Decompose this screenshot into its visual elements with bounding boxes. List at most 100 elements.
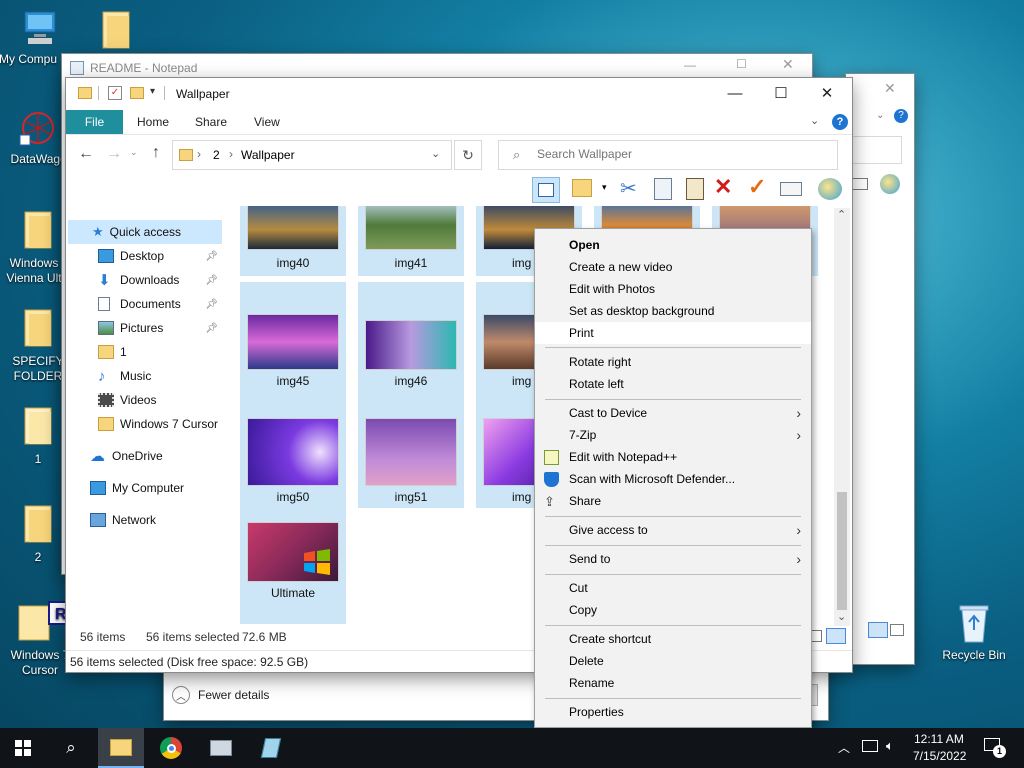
- network-tray-icon[interactable]: [862, 740, 878, 752]
- taskbar-chrome[interactable]: [148, 728, 194, 768]
- taskbar-computer[interactable]: [198, 728, 244, 768]
- menu-item-send-to[interactable]: Send to ›: [535, 548, 811, 570]
- taskbar-notepad[interactable]: [248, 728, 294, 768]
- address-dropdown-icon[interactable]: ⌄: [431, 147, 440, 160]
- shell-icon[interactable]: [818, 178, 842, 200]
- vertical-scrollbar[interactable]: ⌃ ⌄: [834, 208, 850, 626]
- help-icon[interactable]: ?: [832, 114, 848, 130]
- fewer-details-toggle[interactable]: ︿ Fewer details: [172, 686, 269, 704]
- menu-item-edit-notepadpp[interactable]: Edit with Notepad++: [535, 446, 811, 468]
- nav-pictures[interactable]: Pictures 📌︎: [66, 316, 222, 340]
- taskbar-file-explorer[interactable]: [98, 728, 144, 768]
- nav-windows7-cursor[interactable]: Windows 7 Cursor: [66, 412, 222, 436]
- menu-item-scan-defender[interactable]: Scan with Microsoft Defender...: [535, 468, 811, 490]
- search-input[interactable]: [537, 147, 827, 161]
- show-hidden-icons-icon[interactable]: ︿: [838, 739, 850, 756]
- menu-item-cut[interactable]: Cut: [535, 577, 811, 599]
- pin-icon[interactable]: 📌︎: [205, 251, 218, 262]
- background-details-view-icon[interactable]: [868, 622, 888, 638]
- nav-downloads[interactable]: ⬇ Downloads 📌︎: [66, 268, 222, 292]
- menu-item-rotate-left[interactable]: Rotate left: [535, 373, 811, 395]
- background-search-box[interactable]: [846, 136, 902, 164]
- menu-item-delete[interactable]: Delete: [535, 650, 811, 672]
- background-close-icon[interactable]: ✕: [884, 80, 896, 97]
- close-button[interactable]: ✕: [804, 78, 850, 108]
- nav-folder-1[interactable]: 1: [66, 340, 222, 364]
- minimize-button[interactable]: —: [712, 78, 758, 108]
- menu-item-copy[interactable]: Copy: [535, 599, 811, 621]
- notepad-close-button[interactable]: ✕: [782, 56, 794, 73]
- nav-desktop[interactable]: Desktop 📌︎: [66, 244, 222, 268]
- desktop-icon-folder[interactable]: [78, 8, 154, 56]
- background-shell-icon[interactable]: [880, 174, 900, 194]
- file-tile[interactable]: img51: [358, 392, 464, 508]
- notepad-maximize-button[interactable]: ☐: [736, 57, 747, 71]
- menu-item-open[interactable]: Open: [535, 234, 811, 256]
- menu-item-create-shortcut[interactable]: Create shortcut: [535, 628, 811, 650]
- refresh-button[interactable]: ↻: [454, 140, 482, 170]
- new-folder-quick-icon[interactable]: [130, 87, 144, 99]
- file-tile[interactable]: img46: [358, 282, 464, 396]
- cut-icon[interactable]: ✂: [620, 176, 637, 201]
- breadcrumb-segment[interactable]: 2: [213, 148, 220, 162]
- notepad-minimize-button[interactable]: —: [684, 58, 696, 72]
- nav-documents[interactable]: Documents 📌︎: [66, 292, 222, 316]
- breadcrumb-segment[interactable]: Wallpaper: [241, 148, 295, 162]
- nav-onedrive[interactable]: ☁ OneDrive: [66, 444, 222, 468]
- address-bar[interactable]: › 2 › Wallpaper ⌄: [172, 140, 452, 170]
- customize-quick-access-icon[interactable]: ▾: [150, 86, 155, 97]
- nav-music[interactable]: ♪ Music: [66, 364, 222, 388]
- nav-my-computer[interactable]: My Computer: [66, 476, 222, 500]
- nav-network[interactable]: Network: [66, 508, 222, 532]
- delete-icon[interactable]: ✕: [714, 174, 732, 200]
- file-tile[interactable]: img50: [240, 392, 346, 508]
- nav-videos[interactable]: Videos: [66, 388, 222, 412]
- up-arrow-icon[interactable]: ↑: [152, 144, 160, 162]
- file-tile[interactable]: img45: [240, 282, 346, 396]
- scrollbar-thumb[interactable]: [837, 492, 847, 610]
- menu-item-rotate-right[interactable]: Rotate right: [535, 351, 811, 373]
- paste-icon[interactable]: [686, 178, 704, 200]
- background-tiles-view-icon[interactable]: [890, 624, 904, 636]
- scroll-up-arrow-icon[interactable]: ⌃: [837, 208, 846, 221]
- search-button[interactable]: ⌕: [48, 728, 94, 768]
- volume-icon[interactable]: 🔈︎: [886, 738, 894, 754]
- background-view-icon[interactable]: [852, 178, 868, 190]
- preview-pane-icon[interactable]: [532, 177, 560, 203]
- pin-icon[interactable]: 📌︎: [205, 323, 218, 334]
- background-help-icon[interactable]: ?: [894, 109, 908, 123]
- menu-item-share[interactable]: ⇪ Share: [535, 490, 811, 512]
- menu-item-create-video[interactable]: Create a new video: [535, 256, 811, 278]
- scroll-down-arrow-icon[interactable]: ⌄: [837, 610, 846, 623]
- menu-item-7zip[interactable]: 7-Zip ›: [535, 424, 811, 446]
- notification-center-button[interactable]: 1: [984, 738, 1006, 758]
- menu-item-cast-to-device[interactable]: Cast to Device ›: [535, 402, 811, 424]
- desktop-icon-recycle-bin[interactable]: Recycle Bin: [936, 600, 1012, 663]
- copy-icon[interactable]: [654, 178, 672, 200]
- maximize-button[interactable]: ☐: [758, 78, 804, 108]
- nav-quick-access[interactable]: ★ Quick access: [68, 220, 222, 244]
- file-tile[interactable]: Ultimate: [240, 508, 346, 624]
- back-arrow-icon[interactable]: ←: [78, 145, 94, 163]
- search-box[interactable]: ⌕: [498, 140, 838, 170]
- background-explorer-window[interactable]: ✕ ⌄ ?: [846, 74, 914, 664]
- clock-time[interactable]: 12:11 AM: [914, 732, 964, 746]
- menu-item-edit-photos[interactable]: Edit with Photos: [535, 278, 811, 300]
- file-tile[interactable]: img41: [358, 206, 464, 276]
- tab-file[interactable]: File: [66, 110, 123, 134]
- pin-icon[interactable]: 📌︎: [205, 299, 218, 310]
- menu-item-properties[interactable]: Properties: [535, 701, 811, 723]
- forward-arrow-icon[interactable]: →: [106, 145, 122, 163]
- tab-home[interactable]: Home: [123, 110, 183, 134]
- new-folder-tool-icon[interactable]: [572, 179, 592, 197]
- rename-icon[interactable]: [780, 182, 802, 196]
- pin-icon[interactable]: 📌︎: [205, 275, 218, 286]
- new-folder-dropdown-icon[interactable]: ▾: [602, 182, 607, 193]
- properties-quick-icon[interactable]: ✓: [108, 86, 122, 100]
- recent-locations-icon[interactable]: ⌄: [130, 147, 138, 158]
- background-chevron-icon[interactable]: ⌄: [876, 110, 884, 121]
- clock-date[interactable]: 7/15/2022: [913, 749, 966, 763]
- start-button[interactable]: [0, 728, 46, 768]
- checkmark-icon[interactable]: ✓: [748, 174, 766, 200]
- file-tile[interactable]: img40: [240, 206, 346, 276]
